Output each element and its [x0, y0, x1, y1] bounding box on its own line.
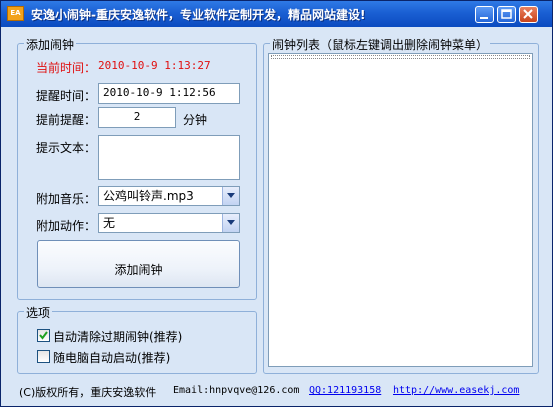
advance-unit-label: 分钟 — [183, 113, 208, 127]
remind-time-input[interactable]: 2010-10-9 1:12:56 — [98, 83, 240, 104]
reminder-text-input[interactable] — [98, 135, 240, 180]
maximize-button[interactable] — [497, 6, 516, 23]
add-alarm-button-label: 添加闹钟 — [114, 263, 163, 277]
autostart-checkbox[interactable] — [37, 350, 50, 363]
alarm-list-legend: 闹钟列表（鼠标左键调出删除闹钟菜单） — [270, 36, 491, 53]
maximize-icon — [501, 9, 512, 19]
add-alarm-legend: 添加闹钟 — [24, 36, 77, 53]
advance-minutes-input[interactable]: 2 — [98, 107, 176, 128]
email-text: Email:hnpvqve@126.com — [173, 385, 300, 396]
qq-link[interactable]: QQ:121193158 — [309, 385, 381, 396]
action-dropdown-button[interactable] — [222, 214, 239, 232]
remind-time-label: 提醒时间： — [36, 89, 97, 103]
alarm-list[interactable] — [268, 53, 533, 367]
current-time-label: 当前时间： — [36, 61, 97, 75]
auto-clear-label[interactable]: 自动清除过期闹钟(推荐) — [53, 328, 182, 345]
autostart-label[interactable]: 随电脑自动启动(推荐) — [53, 349, 170, 366]
current-time-value: 2010-10-9 1:13:27 — [98, 59, 211, 72]
clock-app-icon: EA — [7, 6, 24, 21]
music-dropdown-button[interactable] — [222, 187, 239, 205]
advance-label: 提前提醒： — [36, 113, 97, 127]
main-window: EA 安逸小闹钟-重庆安逸软件，专业软件定制开发，精品网站建设! 添加闹钟 当前… — [0, 0, 553, 407]
title-bar[interactable]: EA 安逸小闹钟-重庆安逸软件，专业软件定制开发，精品网站建设! — [1, 1, 552, 27]
chevron-down-icon — [227, 220, 235, 225]
options-legend: 选项 — [24, 304, 53, 321]
window-title: 安逸小闹钟-重庆安逸软件，专业软件定制开发，精品网站建设! — [31, 8, 366, 22]
music-label: 附加音乐： — [36, 192, 97, 206]
action-select[interactable]: 无 — [98, 213, 240, 233]
action-select-value: 无 — [103, 216, 116, 230]
copyright-text: (C)版权所有，重庆安逸软件 — [19, 386, 157, 399]
checkmark-icon — [39, 331, 48, 340]
add-alarm-button[interactable]: 添加闹钟 — [37, 240, 240, 288]
chevron-down-icon — [227, 193, 235, 198]
text-label: 提示文本： — [36, 141, 97, 155]
auto-clear-checkbox[interactable] — [37, 329, 50, 342]
music-select-value: 公鸡叫铃声.mp3 — [103, 189, 194, 203]
list-focus-row — [271, 55, 530, 59]
close-button[interactable] — [519, 6, 538, 23]
music-select[interactable]: 公鸡叫铃声.mp3 — [98, 186, 240, 206]
close-icon — [523, 9, 533, 19]
action-label: 附加动作： — [36, 219, 97, 233]
minimize-button[interactable] — [475, 6, 494, 23]
website-link[interactable]: http://www.easekj.com — [393, 385, 519, 396]
minimize-icon — [480, 17, 488, 19]
